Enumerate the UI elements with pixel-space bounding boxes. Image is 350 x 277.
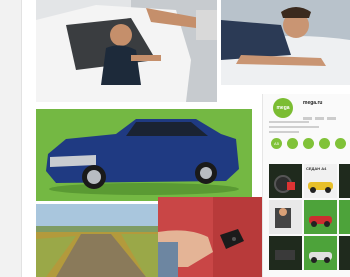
post-thumbnail xyxy=(304,200,337,234)
blue-sedan-illustration xyxy=(36,109,252,201)
man-in-car-illustration xyxy=(36,0,217,102)
image-result-car-key[interactable] xyxy=(158,197,264,277)
post-thumbnail xyxy=(269,200,302,234)
dirt-road-illustration xyxy=(36,204,160,277)
image-result-man-in-car[interactable] xyxy=(36,0,217,102)
highlight-icon xyxy=(319,138,330,149)
image-result-man-hugging-car[interactable] xyxy=(221,0,350,85)
profile-avatar: mega xyxy=(273,98,293,118)
man-hugging-car-illustration xyxy=(221,0,350,85)
image-result-dirt-road[interactable] xyxy=(36,204,160,277)
post-thumbnail: СЕДАН A4 xyxy=(304,164,337,198)
left-sidebar xyxy=(0,0,22,277)
post-thumbnail xyxy=(339,236,350,270)
story-highlights: A5 xyxy=(269,138,350,154)
highlight-icon xyxy=(287,138,298,149)
post-caption: СЕДАН A4 xyxy=(306,166,327,171)
post-thumbnail xyxy=(339,164,350,198)
profile-name: mega.ru xyxy=(303,100,323,106)
post-thumbnail xyxy=(269,164,302,198)
post-thumbnail xyxy=(304,236,337,270)
highlight-icon xyxy=(335,138,346,149)
highlight-icon: A5 xyxy=(271,138,282,149)
post-thumbnail xyxy=(269,236,302,270)
car-key-illustration xyxy=(158,197,264,277)
post-thumbnail xyxy=(339,200,350,234)
image-result-blue-sedan[interactable] xyxy=(36,109,252,201)
image-result-instagram-profile[interactable]: mega mega.ru A5 СЕДАН A4 xyxy=(262,94,350,277)
profile-stats xyxy=(303,107,349,120)
highlight-icon xyxy=(303,138,314,149)
profile-bio xyxy=(269,121,321,136)
